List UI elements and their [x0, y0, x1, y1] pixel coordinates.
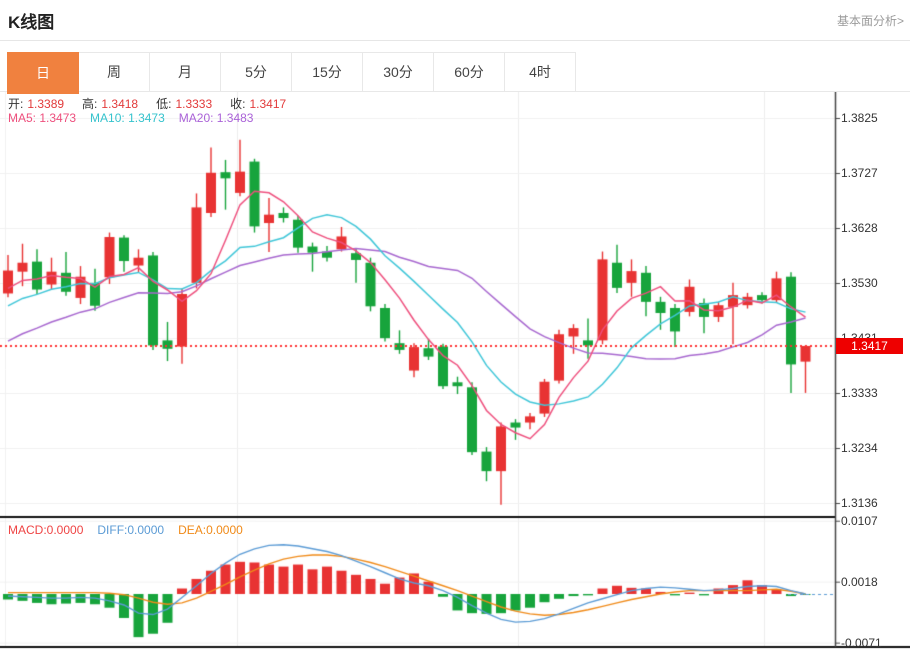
- ohlc-label: 低:: [156, 97, 171, 111]
- price-axis-tick: 1.3825: [841, 111, 878, 125]
- ohlc-value: 1.3418: [101, 97, 138, 111]
- tab-日[interactable]: 日: [7, 52, 79, 94]
- price-axis-tick: 1.3234: [841, 441, 878, 455]
- macd-axis-tick: 0.0018: [841, 575, 878, 589]
- ohlc-value: 1.3389: [27, 97, 64, 111]
- ohlc-value: 1.3417: [249, 97, 286, 111]
- price-axis-tick: 1.3530: [841, 276, 878, 290]
- tab-周[interactable]: 周: [79, 52, 150, 92]
- macd-legend-item: MACD:0.0000: [8, 523, 83, 537]
- ohlc-label: 高:: [82, 97, 97, 111]
- tab-15分[interactable]: 15分: [292, 52, 363, 92]
- ma-legend: MA5: 1.3473 MA10: 1.3473 MA20: 1.3483: [8, 111, 267, 125]
- macd-axis-tick: 0.0107: [841, 514, 878, 528]
- ma-legend-item: MA5: 1.3473: [8, 111, 76, 125]
- timeframe-tab-bar: 日周月5分15分30分60分4时: [7, 52, 576, 94]
- page-title: K线图: [8, 8, 54, 33]
- price-axis-tick: 1.3628: [841, 221, 878, 235]
- ohlc-label: 开:: [8, 97, 23, 111]
- tab-4时[interactable]: 4时: [505, 52, 576, 92]
- kline-chart-area: 1.38251.37271.36281.35301.34311.33331.32…: [0, 92, 910, 650]
- last-price-badge: 1.3417: [836, 338, 903, 354]
- macd-legend-item: DEA:0.0000: [178, 523, 243, 537]
- macd-legend: MACD:0.0000 DIFF:0.0000 DEA:0.0000: [8, 523, 257, 537]
- macd-legend-item: DIFF:0.0000: [97, 523, 164, 537]
- price-axis-tick: 1.3136: [841, 496, 878, 510]
- tab-5分[interactable]: 5分: [221, 52, 292, 92]
- ohlc-value: 1.3333: [175, 97, 212, 111]
- price-axis-tick: 1.3727: [841, 166, 878, 180]
- ma-legend-item: MA10: 1.3473: [90, 111, 165, 125]
- tab-30分[interactable]: 30分: [363, 52, 434, 92]
- title-separator: [0, 40, 910, 41]
- macd-axis-tick: -0.0071: [841, 636, 882, 650]
- ohlc-label: 收:: [230, 97, 245, 111]
- ohlc-legend: 开: 1.3389 高: 1.3418 低: 1.3333 收: 1.3417: [8, 95, 304, 112]
- fundamental-analysis-link[interactable]: 基本面分析>: [837, 12, 904, 29]
- ma-legend-item: MA20: 1.3483: [179, 111, 254, 125]
- tab-60分[interactable]: 60分: [434, 52, 505, 92]
- tab-月[interactable]: 月: [150, 52, 221, 92]
- kline-chart-canvas[interactable]: [0, 92, 910, 650]
- price-axis-tick: 1.3333: [841, 386, 878, 400]
